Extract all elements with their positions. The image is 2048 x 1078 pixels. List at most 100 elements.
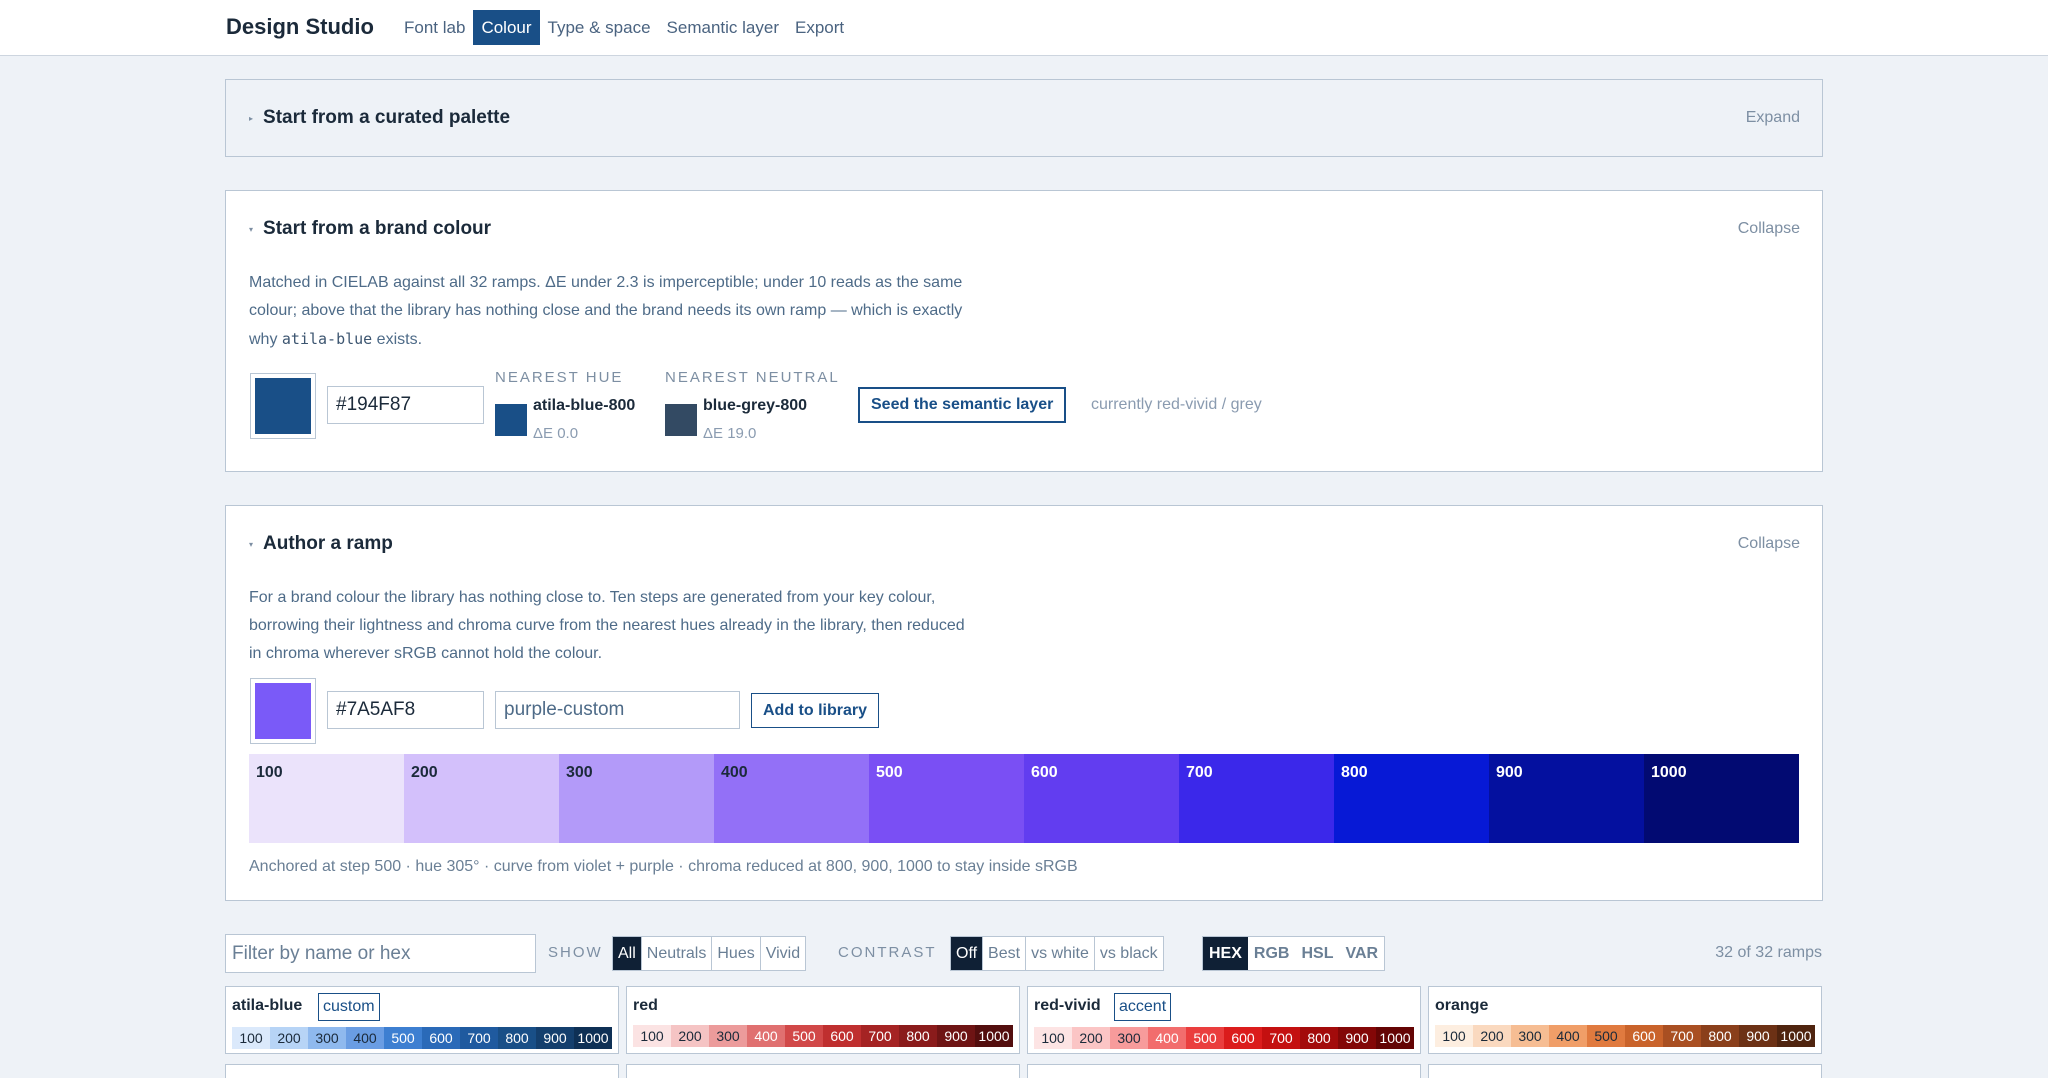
caret-right-icon: ▸ — [249, 113, 254, 123]
ramp-filter-input[interactable]: Filter by name or hex — [225, 934, 536, 973]
ramp-card-step[interactable]: 1000 — [975, 1025, 1013, 1047]
ramp-card-step[interactable]: 900 — [937, 1025, 975, 1047]
ramp-card-step[interactable]: 800 — [1701, 1025, 1739, 1047]
ramp-card-step[interactable]: 300 — [1110, 1027, 1148, 1049]
ramp-step-1000[interactable]: 1000 — [1644, 754, 1799, 843]
brand-colour-title: Start from a brand colour — [263, 218, 492, 239]
ramp-hex-input[interactable]: #7A5AF8 — [327, 691, 484, 729]
ramp-card-strip: 100 200 300 400 500 600 700 800 900 1000 — [633, 1025, 1013, 1047]
ramp-card-step[interactable]: 700 — [460, 1027, 498, 1049]
ramp-card-step[interactable]: 600 — [1625, 1025, 1663, 1047]
ramp-card-step[interactable]: 800 — [1300, 1027, 1338, 1049]
brand-collapse-button[interactable]: Collapse — [1738, 220, 1800, 238]
ramp-step-200[interactable]: 200 — [404, 754, 559, 843]
ramp-card-step[interactable]: 600 — [422, 1027, 460, 1049]
current-semantic-status: currently red-vivid / grey — [1091, 396, 1262, 413]
ramp-card-step[interactable]: 900 — [1739, 1025, 1777, 1047]
ramp-card-step[interactable]: 100 — [1034, 1027, 1072, 1049]
ramp-card-step[interactable]: 700 — [1663, 1025, 1701, 1047]
ramp-card-next[interactable] — [1428, 1064, 1822, 1078]
nav-export[interactable]: Export — [787, 10, 852, 45]
ramp-card-step[interactable]: 1000 — [1376, 1027, 1414, 1049]
ramp-card-step[interactable]: 200 — [671, 1025, 709, 1047]
ramp-step-500[interactable]: 500 — [869, 754, 1024, 843]
nav-type-space[interactable]: Type & space — [540, 10, 659, 45]
curated-palette-header[interactable]: ▸ Start from a curated palette — [249, 107, 510, 129]
ramp-card-next[interactable] — [626, 1064, 1020, 1078]
ramp-card-red[interactable]: red 100 200 300 400 500 600 700 800 900 1000 — [626, 986, 1020, 1054]
ramp-card-step[interactable]: 900 — [1338, 1027, 1376, 1049]
show-hues[interactable]: Hues — [712, 937, 761, 970]
add-to-library-button[interactable]: Add to library — [751, 693, 880, 728]
ramp-card-step[interactable]: 900 — [536, 1027, 574, 1049]
show-neutrals[interactable]: Neutrals — [642, 937, 713, 970]
ramp-card-step[interactable]: 200 — [270, 1027, 308, 1049]
ramp-card-step[interactable]: 700 — [1262, 1027, 1300, 1049]
ramp-card-step[interactable]: 100 — [232, 1027, 270, 1049]
ramp-card-step[interactable]: 400 — [346, 1027, 384, 1049]
code-atila-blue: atila-blue — [281, 330, 373, 348]
contrast-segmented-control: Off Best vs white vs black — [950, 936, 1164, 971]
ramp-card-step[interactable]: 200 — [1072, 1027, 1110, 1049]
nearest-neutral-swatch — [665, 404, 697, 436]
show-all[interactable]: All — [613, 937, 642, 970]
ramp-card-step[interactable]: 400 — [747, 1025, 785, 1047]
ramp-card-step[interactable]: 200 — [1473, 1025, 1511, 1047]
ramp-card-step[interactable]: 800 — [899, 1025, 937, 1047]
ramp-card-step[interactable]: 1000 — [574, 1027, 612, 1049]
seed-semantic-layer-button[interactable]: Seed the semantic layer — [858, 387, 1067, 423]
ramp-card-step[interactable]: 500 — [785, 1025, 823, 1047]
ramp-card-step[interactable]: 500 — [1587, 1025, 1625, 1047]
nav-semantic-layer[interactable]: Semantic layer — [659, 10, 787, 45]
ramp-card-next[interactable] — [225, 1064, 619, 1078]
ramp-card-next[interactable] — [1027, 1064, 1421, 1078]
nav-font-lab[interactable]: Font lab — [396, 10, 473, 45]
brand-hex-input[interactable]: #194F87 — [327, 386, 484, 424]
contrast-vs-black[interactable]: vs black — [1095, 937, 1163, 970]
contrast-off[interactable]: Off — [951, 937, 984, 970]
ramp-step-900[interactable]: 900 — [1489, 754, 1644, 843]
ramp-step-700[interactable]: 700 — [1179, 754, 1334, 843]
ramp-step-800[interactable]: 800 — [1334, 754, 1489, 843]
contrast-vs-white[interactable]: vs white — [1026, 937, 1095, 970]
ramp-card-step[interactable]: 800 — [498, 1027, 536, 1049]
format-hsl[interactable]: HSL — [1295, 937, 1339, 970]
format-hex[interactable]: HEX — [1203, 937, 1248, 970]
show-vivid[interactable]: Vivid — [761, 937, 805, 970]
ramp-card-step[interactable]: 600 — [1224, 1027, 1262, 1049]
ramp-card-step[interactable]: 400 — [1148, 1027, 1186, 1049]
brand-colour-swatch[interactable] — [250, 373, 316, 439]
author-collapse-button[interactable]: Collapse — [1738, 535, 1800, 553]
curated-expand-button[interactable]: Expand — [1746, 109, 1800, 127]
ramp-card-step[interactable]: 100 — [1435, 1025, 1473, 1047]
ramp-step-300[interactable]: 300 — [559, 754, 714, 843]
ramp-card-orange[interactable]: orange 100 200 300 400 500 600 700 800 900 1000 — [1428, 986, 1822, 1054]
format-rgb[interactable]: RGB — [1248, 937, 1296, 970]
ramp-card-atila-blue[interactable]: atila-blue custom 100 200 300 400 500 600 700 8… — [225, 986, 619, 1054]
ramp-card-step[interactable]: 100 — [633, 1025, 671, 1047]
author-description: For a brand colour the library has nothi… — [249, 589, 965, 662]
ramp-card-step[interactable]: 700 — [861, 1025, 899, 1047]
brand-colour-header[interactable]: ▾ Start from a brand colour — [249, 218, 491, 240]
author-ramp-header[interactable]: ▾ Author a ramp — [249, 533, 393, 555]
format-var[interactable]: VAR — [1339, 937, 1384, 970]
ramp-card-red-vivid[interactable]: red-vivid accent 100 200 300 400 500 600 700 80… — [1027, 986, 1421, 1054]
ramp-card-step[interactable]: 300 — [709, 1025, 747, 1047]
ramp-card-step[interactable]: 300 — [308, 1027, 346, 1049]
ramp-card-step[interactable]: 500 — [384, 1027, 422, 1049]
nearest-hue-label: NEAREST HUE — [495, 369, 624, 386]
ramp-key-swatch[interactable] — [250, 678, 316, 744]
ramp-name-input[interactable]: purple-custom — [495, 691, 740, 729]
ramp-step-100[interactable]: 100 — [249, 754, 404, 843]
app-title: Design Studio — [226, 14, 374, 39]
ramp-step-600[interactable]: 600 — [1024, 754, 1179, 843]
ramp-card-step[interactable]: 500 — [1186, 1027, 1224, 1049]
nav-colour[interactable]: Colour — [473, 10, 540, 45]
ramp-card-step[interactable]: 600 — [823, 1025, 861, 1047]
ramp-card-step[interactable]: 400 — [1549, 1025, 1587, 1047]
ramp-step-label: 100 — [256, 764, 283, 781]
ramp-card-step[interactable]: 300 — [1511, 1025, 1549, 1047]
ramp-card-step[interactable]: 1000 — [1777, 1025, 1815, 1047]
contrast-best[interactable]: Best — [983, 937, 1027, 970]
ramp-step-400[interactable]: 400 — [714, 754, 869, 843]
